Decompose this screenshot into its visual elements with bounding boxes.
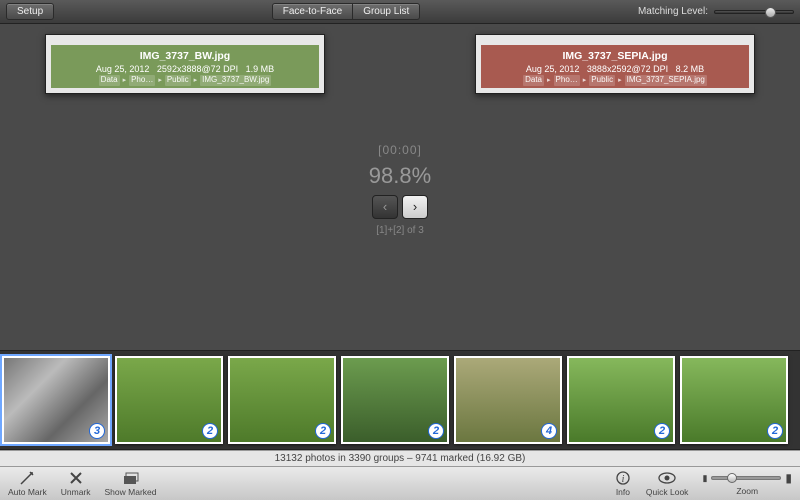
next-button[interactable]: › <box>402 195 428 219</box>
right-filename: IMG_3737_SEPIA.jpg <box>483 49 747 63</box>
matching-level-control: Matching Level: <box>638 6 794 17</box>
compare-area: IMG_3737_BW.jpg Aug 25, 2012 2592x3888@7… <box>0 24 800 350</box>
index-label: [1]+[2] of 3 <box>376 225 424 236</box>
prev-button[interactable]: ‹ <box>372 195 398 219</box>
zoom-control[interactable]: ▮ ▮ Zoom <box>702 471 792 496</box>
zoom-slider[interactable] <box>711 476 781 480</box>
filmstrip-thumb[interactable]: 2 <box>115 356 223 444</box>
chevron-right-icon: › <box>413 199 417 214</box>
filmstrip-thumb[interactable]: 2 <box>567 356 675 444</box>
group-count-badge: 2 <box>767 423 783 439</box>
left-path: Data Pho… Public IMG_3737_BW.jpg <box>53 75 317 86</box>
zoom-thumb[interactable] <box>727 473 737 483</box>
wand-icon <box>18 470 36 486</box>
top-toolbar: Setup Face-to-Face Group List Matching L… <box>0 0 800 24</box>
filmstrip-thumb[interactable]: 2 <box>228 356 336 444</box>
show-marked-button[interactable]: Show Marked <box>105 470 157 497</box>
filmstrip-thumb[interactable]: 3 <box>2 356 110 444</box>
status-bar: 13132 photos in 3390 groups – 9741 marke… <box>0 450 800 466</box>
filmstrip-thumb[interactable]: 2 <box>680 356 788 444</box>
automark-button[interactable]: Auto Mark <box>8 470 47 497</box>
group-count-badge: 2 <box>315 423 331 439</box>
svg-text:i: i <box>622 474 625 485</box>
group-list-button[interactable]: Group List <box>353 3 420 20</box>
unmark-button[interactable]: Unmark <box>61 470 91 497</box>
stack-icon <box>122 470 140 486</box>
matching-level-label: Matching Level: <box>638 6 708 17</box>
group-count-badge: 2 <box>202 423 218 439</box>
bottom-toolbar: Auto Mark Unmark Show Marked i Info Quic… <box>0 466 800 500</box>
left-filename: IMG_3737_BW.jpg <box>53 49 317 63</box>
slider-thumb[interactable] <box>765 7 776 18</box>
left-photo-panel[interactable]: IMG_3737_BW.jpg Aug 25, 2012 2592x3888@7… <box>45 34 325 94</box>
chevron-left-icon: ‹ <box>383 199 387 214</box>
view-mode-segmented: Face-to-Face Group List <box>272 3 421 20</box>
right-photo-panel[interactable]: IMG_3737_SEPIA.jpg Aug 25, 2012 3888x259… <box>475 34 755 94</box>
group-count-badge: 2 <box>428 423 444 439</box>
quicklook-button[interactable]: Quick Look <box>646 470 689 497</box>
compare-center: [00:00] 98.8% ‹ › [1]+[2] of 3 <box>350 34 450 344</box>
filmstrip-thumb[interactable]: 4 <box>454 356 562 444</box>
person-large-icon: ▮ <box>785 471 792 485</box>
group-count-badge: 2 <box>654 423 670 439</box>
timecode: [00:00] <box>378 143 422 157</box>
info-icon: i <box>614 470 632 486</box>
eye-icon <box>658 470 676 486</box>
right-meta: IMG_3737_SEPIA.jpg Aug 25, 2012 3888x259… <box>481 45 749 88</box>
nav-buttons: ‹ › <box>372 195 428 219</box>
right-path: Data Pho… Public IMG_3737_SEPIA.jpg <box>483 75 747 86</box>
similarity-percent: 98.8% <box>369 163 431 189</box>
group-count-badge: 4 <box>541 423 557 439</box>
left-meta: IMG_3737_BW.jpg Aug 25, 2012 2592x3888@7… <box>51 45 319 88</box>
face-to-face-button[interactable]: Face-to-Face <box>272 3 353 20</box>
group-count-badge: 3 <box>89 423 105 439</box>
x-icon <box>67 470 85 486</box>
setup-button[interactable]: Setup <box>6 3 54 20</box>
info-button[interactable]: i Info <box>614 470 632 497</box>
filmstrip[interactable]: 3 2 2 2 4 2 2 <box>0 350 800 450</box>
person-small-icon: ▮ <box>702 473 707 484</box>
filmstrip-thumb[interactable]: 2 <box>341 356 449 444</box>
matching-level-slider[interactable] <box>714 10 794 14</box>
